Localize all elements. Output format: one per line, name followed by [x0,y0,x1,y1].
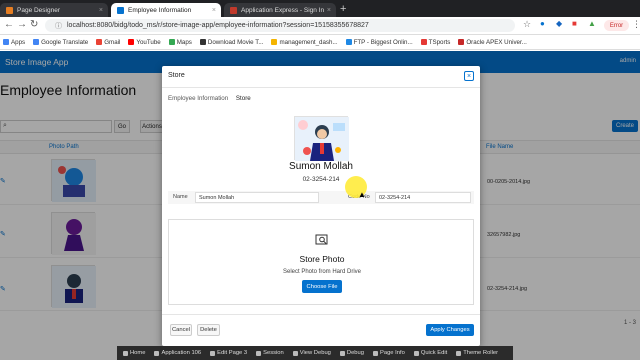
tab-label: Page Designer [17,6,60,14]
employee-code-text: 02-3254-214 [302,176,340,183]
page-designer-favicon-icon [6,6,13,14]
movie-icon [199,39,206,45]
error-label: Error [609,22,624,29]
breadcrumb-employee-information[interactable]: Employee Information [168,95,228,102]
translate-icon [33,39,40,45]
cancel-button[interactable]: Cancel [170,324,192,336]
delete-button[interactable]: Delete [197,324,220,336]
edit-page-icon [210,350,216,356]
extension-icon[interactable]: ◆ [556,19,562,28]
oracle-icon [458,39,465,45]
bookmark-youtube[interactable]: YouTube [128,39,161,46]
name-label: Name [173,194,188,200]
tab-label: Application Express - Sign In [241,6,325,14]
bookmarks-bar: Apps Google Translate Gmail YouTube Maps… [0,35,640,50]
code-field[interactable]: 02-3254-214 [375,192,471,203]
apply-changes-button[interactable]: Apply Changes [426,324,474,336]
home-icon [123,350,128,356]
divider [162,314,480,315]
debug-icon [339,350,345,356]
application-icon [154,350,160,356]
extension-icon[interactable]: ■ [572,19,577,28]
devbar-home[interactable]: Home [123,350,145,356]
bookmark-management-dash[interactable]: management_dash... [271,39,338,46]
bookmark-apps[interactable]: Apps [3,39,25,46]
devbar-edit-page[interactable]: Edit Page 3 [210,350,247,356]
breadcrumb: Employee Information Store [168,95,251,102]
employee-photo [294,116,349,161]
breadcrumb-current: Store [235,95,251,102]
theme-roller-icon [456,350,462,356]
divider [162,87,480,88]
devbar-application[interactable]: Application 106 [154,350,201,356]
new-tab-icon[interactable]: + [340,3,346,15]
extension-icon[interactable]: ● [540,19,545,28]
view-debug-icon [292,350,298,356]
address-bar-row: ← → ↻ ⓘ localhost:8080/bidg/todo_ms/r/st… [0,17,640,35]
close-tab-icon[interactable]: × [99,7,103,14]
youtube-icon [128,39,135,45]
bookmark-oracle-apex[interactable]: Oracle APEX Univer... [458,39,527,46]
browser-tab-bar: Page Designer × Employee Information × A… [0,0,640,17]
tab-label: Employee Information [128,6,192,14]
ftp-icon [345,39,352,45]
employee-name-heading: Sumon Mollah [289,161,353,172]
bookmark-google-translate[interactable]: Google Translate [33,39,88,46]
url-text: localhost:8080/bidg/todo_ms/r/store-imag… [67,22,369,29]
breadcrumb-separator [231,95,233,102]
error-badge[interactable]: Error [604,20,629,31]
quick-edit-icon [413,350,419,356]
session-icon [256,350,262,356]
devbar-view-debug[interactable]: View Debug [292,350,331,356]
image-search-icon [315,234,329,248]
employee-form-row: Name Sumon Mollah Code No 02-3254-214 [168,191,474,204]
photo-dropzone[interactable]: Store Photo Select Photo from Hard Drive… [168,219,474,305]
menu-kebab-icon[interactable]: ⋮ [632,19,640,30]
star-icon[interactable]: ☆ [523,19,531,30]
forward-arrow-icon[interactable]: → [17,19,27,30]
devbar-page-info[interactable]: Page Info [372,350,405,356]
apps-grid-icon [3,39,9,45]
extension-icon[interactable]: ▲ [588,19,596,28]
bookmark-maps[interactable]: Maps [168,39,192,46]
dropzone-title: Store Photo [299,254,345,264]
bookmark-download-movie[interactable]: Download Movie T... [199,39,263,46]
folder-icon [271,39,278,45]
choose-file-button[interactable]: Choose File [302,280,342,293]
dialog-title: Store [168,72,185,79]
reload-icon[interactable]: ↻ [30,19,38,30]
apex-favicon-icon [117,6,124,14]
bookmark-ftp[interactable]: FTP - Biggest Onlin... [345,39,413,46]
devbar-quick-edit[interactable]: Quick Edit [413,350,447,356]
info-icon: ⓘ [55,22,62,30]
tab-employee-information[interactable]: Employee Information × [111,3,221,17]
name-field[interactable]: Sumon Mollah [195,192,319,203]
page-info-icon [372,350,378,356]
close-tab-icon[interactable]: × [212,7,216,14]
maps-icon [168,39,175,45]
bookmark-gmail[interactable]: Gmail [96,39,120,46]
store-dialog: Store × Employee Information Store Sumon… [162,66,480,346]
back-arrow-icon[interactable]: ← [4,19,14,30]
tab-apex-sign-in[interactable]: Application Express - Sign In × [224,3,336,17]
url-input[interactable]: ⓘ localhost:8080/bidg/todo_ms/r/store-im… [45,19,515,32]
bookmark-tsports[interactable]: TSports [420,39,450,46]
apex-signin-favicon-icon [230,6,237,14]
tsports-icon [420,39,427,45]
devbar-session[interactable]: Session [256,350,284,356]
devbar-theme-roller[interactable]: Theme Roller [456,350,498,356]
developer-toolbar: Home Application 106 Edit Page 3 Session… [117,346,513,360]
close-icon[interactable]: × [464,71,474,81]
devbar-debug[interactable]: Debug [339,350,364,356]
dropzone-subtitle: Select Photo from Hard Drive [282,269,362,275]
tab-page-designer[interactable]: Page Designer × [0,3,108,17]
close-tab-icon[interactable]: × [327,7,331,14]
gmail-icon [96,39,103,45]
mouse-pointer-icon: ▲ [358,190,366,199]
